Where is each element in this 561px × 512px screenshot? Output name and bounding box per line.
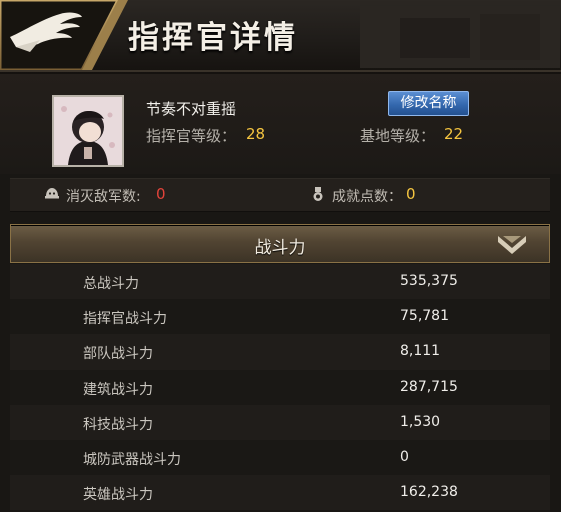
- chevron-down-icon[interactable]: [495, 232, 529, 258]
- medal-icon: [313, 187, 323, 201]
- page-title: 指挥官详情: [128, 20, 298, 56]
- combat-power-section-header[interactable]: 战斗力: [10, 224, 550, 263]
- achievement-value: 0: [406, 185, 416, 203]
- kills-label: 消灭敌军数:: [66, 189, 141, 205]
- combat-power-list: 总战斗力 535,375 指挥官战斗力 75,781 部队战斗力 8,111 建…: [10, 264, 550, 511]
- list-item: 总战斗力 535,375: [10, 264, 550, 300]
- avatar[interactable]: [52, 95, 124, 167]
- row-value: 287,715: [400, 378, 458, 395]
- stats-bar: 消灭敌军数: 0 成就点数： 0: [10, 178, 550, 212]
- base-level-label: 基地等级：: [360, 127, 436, 145]
- list-item: 城防武器战斗力 0: [10, 439, 550, 476]
- helmet-icon: [45, 188, 59, 199]
- row-value: 8,111: [400, 343, 441, 360]
- avatar-image: [54, 97, 122, 165]
- list-item: 部队战斗力 8,111: [10, 334, 550, 370]
- row-value: 1,530: [400, 413, 441, 430]
- row-value: 535,375: [400, 273, 458, 289]
- commander-profile: 节奏不对重摇 修改名称 指挥官等级： 28 基地等级： 22: [0, 74, 561, 174]
- row-value: 0: [400, 448, 409, 465]
- section-title: 战斗力: [254, 238, 306, 258]
- row-label: 部队战斗力: [83, 346, 153, 363]
- commander-level-value: 28: [246, 125, 266, 143]
- list-item: 指挥官战斗力 75,781: [10, 299, 550, 335]
- row-label: 科技战斗力: [83, 416, 153, 433]
- row-label: 建筑战斗力: [83, 381, 153, 398]
- commander-name: 节奏不对重摇: [146, 100, 237, 118]
- list-item: 建筑战斗力 287,715: [10, 369, 550, 405]
- row-label: 城防武器战斗力: [83, 451, 181, 468]
- commander-level-label: 指挥官等级：: [146, 127, 237, 145]
- kills-value: 0: [156, 185, 166, 203]
- base-level-value: 22: [444, 125, 464, 143]
- row-label: 总战斗力: [83, 276, 139, 292]
- achievement-label: 成就点数：: [332, 189, 402, 205]
- row-value: 75,781: [400, 308, 449, 325]
- row-label: 英雄战斗力: [83, 487, 153, 504]
- row-label: 指挥官战斗力: [83, 311, 167, 328]
- header-bar: 指挥官详情: [0, 0, 561, 74]
- row-value: 162,238: [400, 484, 458, 501]
- list-item: 科技战斗力 1,530: [10, 404, 550, 440]
- eagle-emblem-icon: [0, 0, 108, 70]
- list-item: 英雄战斗力 162,238: [10, 475, 550, 511]
- rename-button[interactable]: 修改名称: [388, 91, 469, 116]
